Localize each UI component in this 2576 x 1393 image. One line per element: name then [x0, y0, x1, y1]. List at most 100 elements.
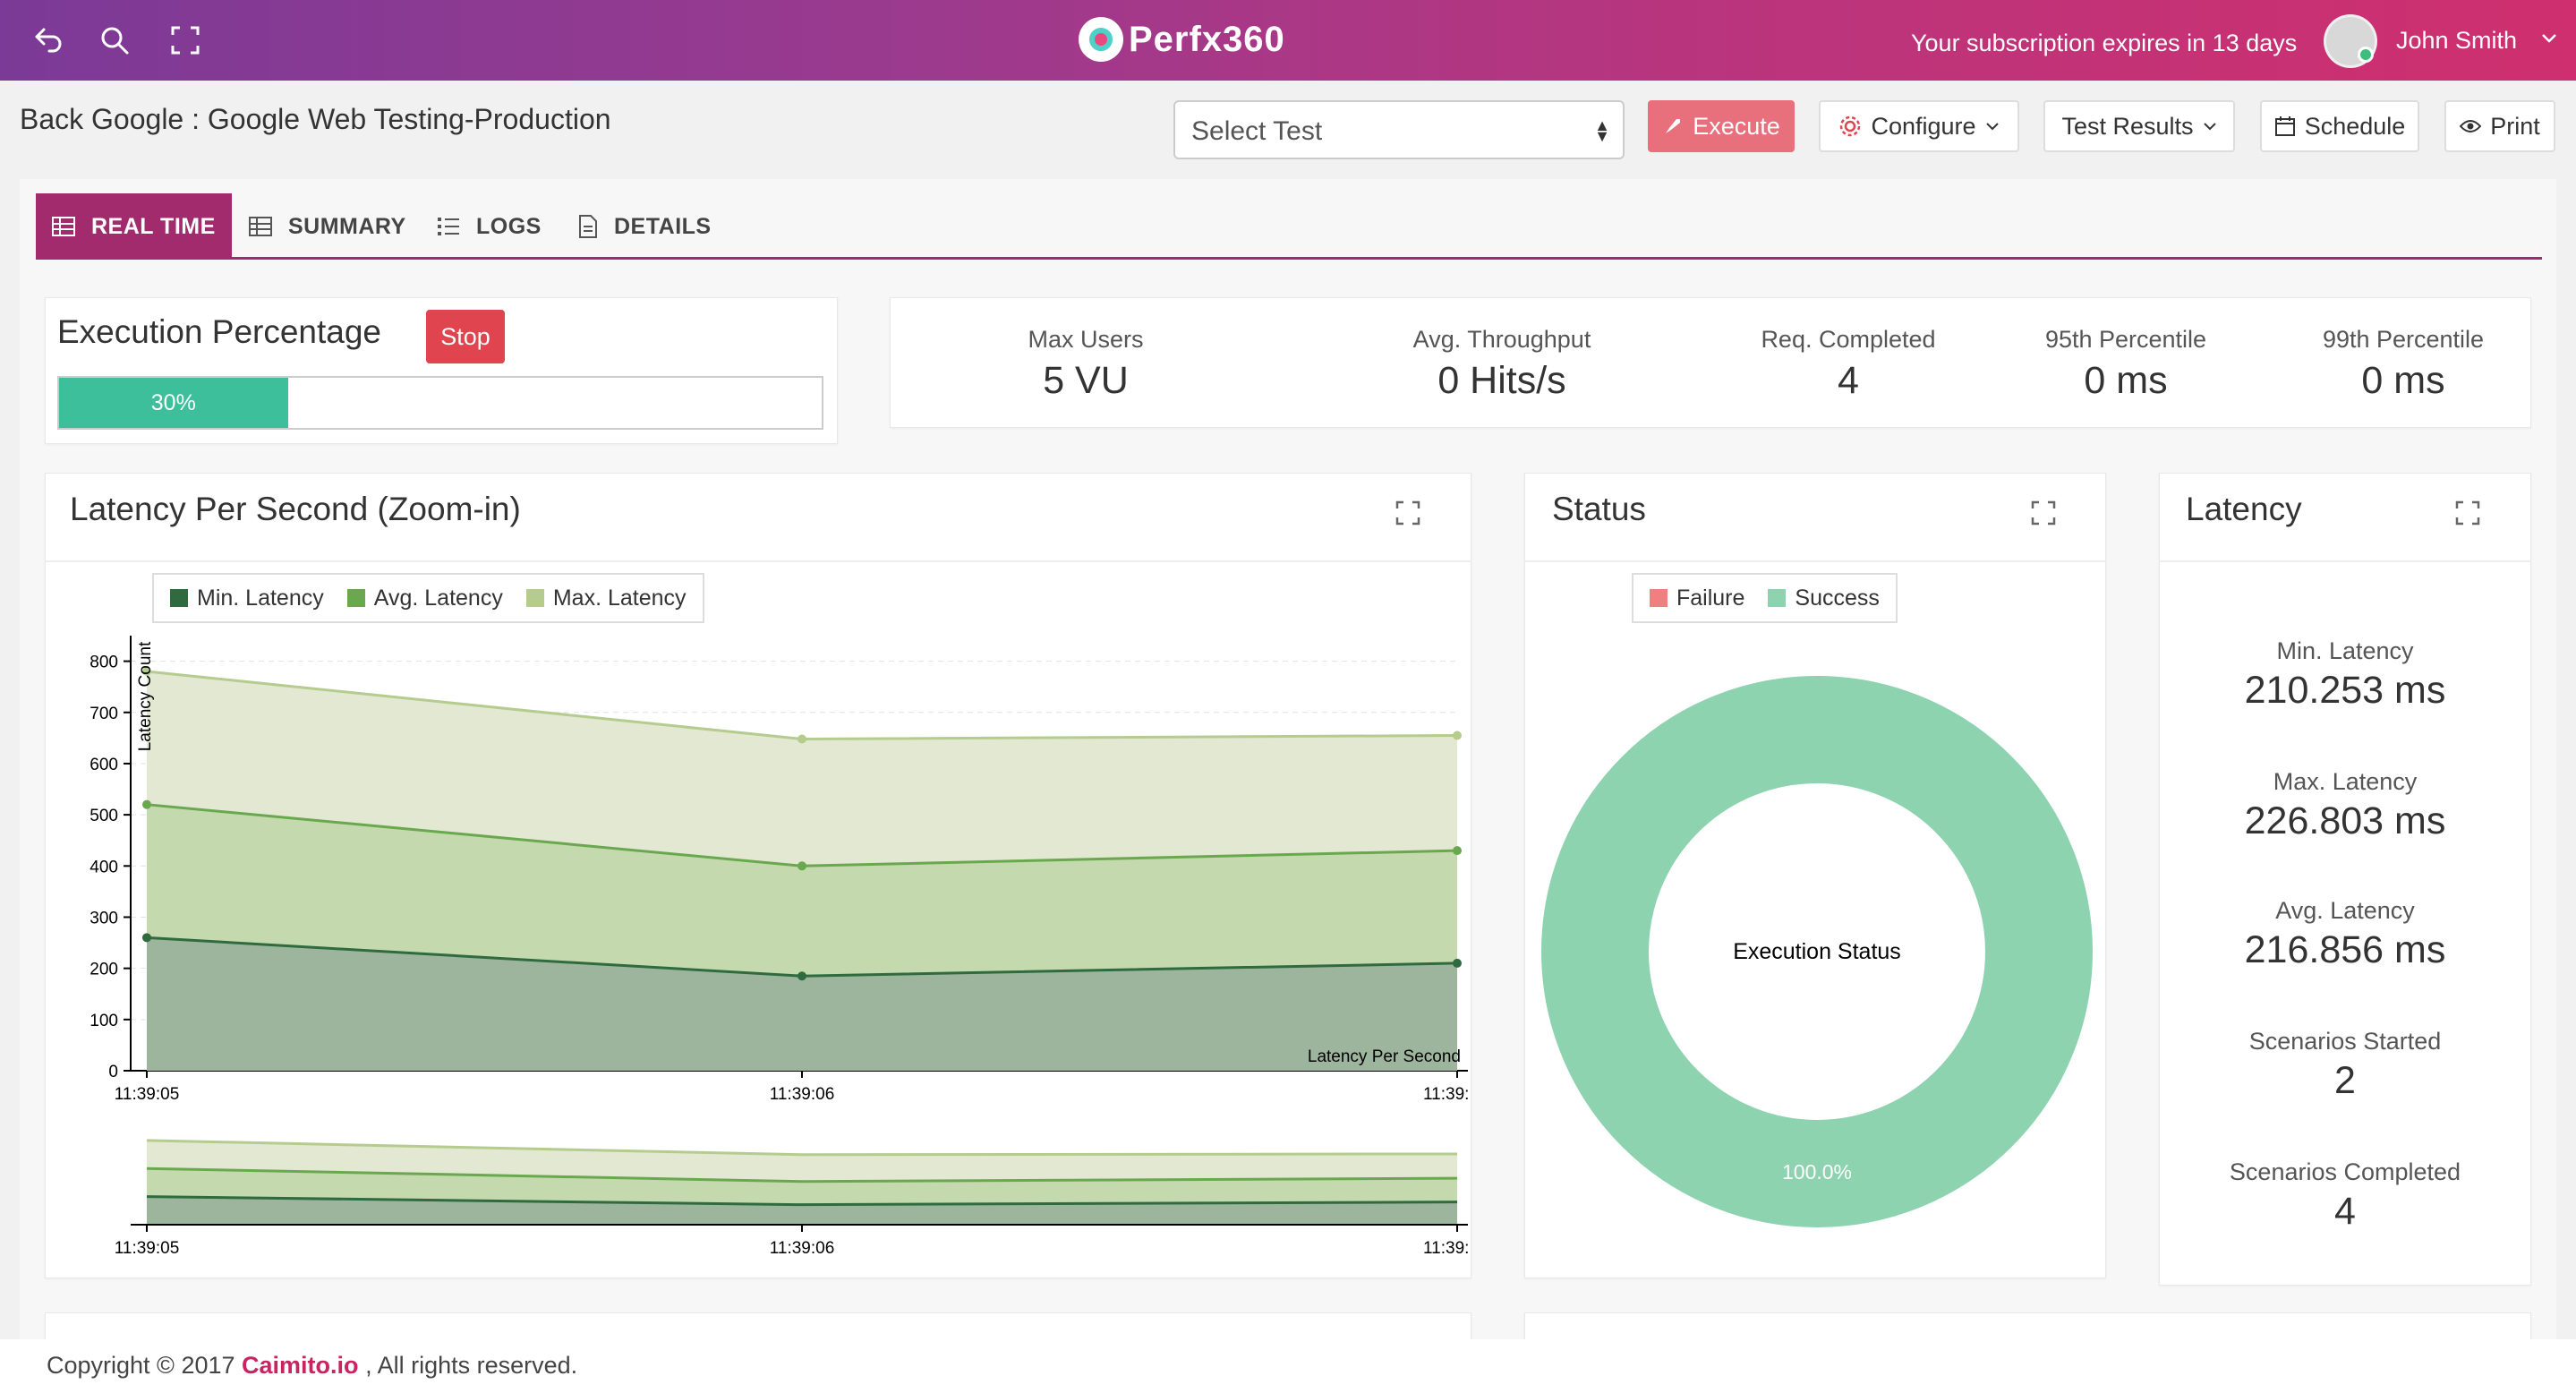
latency-title: Latency	[2186, 491, 2302, 527]
data-point	[142, 933, 151, 943]
x-tick-label: 11:39:05	[115, 1085, 180, 1104]
footer-rights: , All rights reserved.	[365, 1352, 578, 1379]
stat-value: 0 ms	[2361, 359, 2445, 402]
latency-stat-value: 216.856 ms	[2244, 928, 2446, 971]
y-tick-label: 200	[90, 961, 118, 979]
stat-value: 0 ms	[2084, 359, 2168, 402]
configure-button[interactable]: Configure	[1819, 100, 2019, 152]
stat-max-users: Max Users 5 VU	[996, 326, 1175, 403]
latency-stat-label: Max. Latency	[2273, 768, 2418, 795]
footer: Copyright © 2017 Caimito.io , All rights…	[0, 1339, 2576, 1393]
rocket-icon	[1666, 119, 1681, 133]
fullscreen-icon[interactable]	[163, 18, 208, 63]
stat-value: 0 Hits/s	[1437, 359, 1566, 402]
latency-stat-value: 226.803 ms	[2244, 799, 2446, 842]
overview-x-tick-label: 11:39:	[1423, 1239, 1469, 1258]
tab-real-time-label: REAL TIME	[91, 213, 216, 239]
y-tick-label: 300	[90, 909, 118, 927]
schedule-label: Schedule	[2304, 112, 2406, 140]
overview-x-tick-label: 11:39:05	[115, 1239, 180, 1258]
select-arrows-icon: ▲ ▼	[1594, 116, 1610, 145]
y-tick-label: 700	[90, 705, 118, 723]
stat-value: 4	[1838, 359, 1859, 402]
schedule-button[interactable]: Schedule	[2260, 100, 2419, 152]
progress-fill: 30%	[59, 378, 288, 428]
y-tick-label: 500	[90, 807, 118, 825]
eye-icon	[2460, 120, 2482, 132]
expand-icon[interactable]	[2454, 500, 2481, 526]
online-status-icon	[2358, 47, 2374, 63]
stat-99th-percentile: 99th Percentile 0 ms	[2296, 326, 2511, 403]
y-tick-label: 600	[90, 756, 118, 774]
footer-copyright: Copyright © 2017	[47, 1352, 235, 1379]
latency-legend: Min. Latency Avg. Latency Max. Latency	[152, 573, 704, 623]
test-results-label: Test Results	[2061, 112, 2194, 140]
page-title: Back Google : Google Web Testing-Product…	[20, 103, 611, 135]
user-name[interactable]: John Smith	[2396, 27, 2517, 55]
execute-label: Execute	[1693, 112, 1780, 140]
stat-label: Max Users	[1028, 326, 1144, 353]
legend-item-failure[interactable]: Failure	[1650, 585, 1744, 611]
data-point	[1453, 846, 1462, 856]
legend-item-max[interactable]: Max. Latency	[525, 585, 687, 611]
stat-label: 95th Percentile	[2044, 326, 2207, 353]
data-point	[798, 861, 806, 871]
top-bar: Perfx360 Your subscription expires in 13…	[0, 0, 2576, 81]
tab-summary-label: SUMMARY	[288, 213, 406, 239]
card-divider	[2159, 560, 2531, 562]
brand-logo[interactable]: Perfx360	[1079, 13, 1285, 66]
brand-name: Perfx360	[1129, 19, 1285, 59]
search-icon[interactable]	[92, 18, 137, 63]
status-donut-chart[interactable]: Execution Status 100.0%	[1524, 662, 2106, 1244]
execution-title: Execution Percentage	[57, 313, 382, 350]
select-test-dropdown[interactable]: Select Test ▲ ▼	[1173, 100, 1625, 159]
data-point	[798, 971, 806, 981]
latency-min: Min. Latency 210.253 ms	[2159, 637, 2531, 713]
x-axis-title: Latency Per Second	[1308, 1047, 1461, 1066]
tab-real-time[interactable]: REAL TIME	[36, 193, 232, 260]
latency-stat-label: Scenarios Started	[2248, 1028, 2442, 1055]
latency-chart-title: Latency Per Second (Zoom-in)	[70, 491, 521, 527]
latency-stat-value: 210.253 ms	[2244, 669, 2446, 712]
stat-label: 99th Percentile	[2322, 326, 2485, 353]
data-point	[798, 734, 806, 744]
status-title: Status	[1552, 491, 1646, 527]
stop-button[interactable]: Stop	[426, 310, 505, 363]
legend-item-success[interactable]: Success	[1768, 585, 1880, 611]
donut-center-label: Execution Status	[1733, 939, 1901, 964]
tab-logs-label: LOGS	[476, 213, 542, 239]
execute-button[interactable]: Execute	[1648, 100, 1795, 152]
latency-max: Max. Latency 226.803 ms	[2159, 768, 2531, 843]
tab-logs[interactable]: LOGS	[421, 193, 558, 260]
y-tick-label: 800	[90, 654, 118, 672]
expand-icon[interactable]	[1395, 500, 1421, 526]
progress-label: 30%	[150, 389, 196, 415]
latency-area-chart[interactable]: 0 100 200 300 400 500 600 700 800 11:39:05 11:39:0…	[45, 627, 1471, 1271]
execution-progress-bar: 30%	[57, 376, 823, 430]
legend-item-avg[interactable]: Avg. Latency	[346, 585, 503, 611]
data-point	[1453, 731, 1462, 740]
back-arrow-icon[interactable]	[25, 18, 70, 63]
select-test-value: Select Test	[1191, 116, 1323, 146]
test-results-button[interactable]: Test Results	[2043, 100, 2235, 152]
scenarios-started: Scenarios Started 2	[2159, 1028, 2531, 1103]
subscription-notice: Your subscription expires in 13 days	[1911, 30, 2298, 56]
document-icon	[579, 215, 597, 238]
y-tick-label: 400	[90, 858, 118, 876]
stat-95th-percentile: 95th Percentile 0 ms	[2018, 326, 2233, 403]
print-label: Print	[2490, 112, 2540, 140]
stat-label: Avg. Throughput	[1412, 326, 1591, 353]
tab-details[interactable]: DETAILS	[562, 193, 728, 260]
tab-summary[interactable]: SUMMARY	[233, 193, 422, 260]
latency-stat-value: 2	[2334, 1059, 2356, 1102]
legend-item-min[interactable]: Min. Latency	[170, 585, 324, 611]
expand-icon[interactable]	[2030, 500, 2057, 526]
gear-icon	[1840, 115, 1861, 137]
print-button[interactable]: Print	[2444, 100, 2555, 152]
chevron-down-icon[interactable]	[2540, 32, 2558, 45]
chevron-down-icon	[1985, 123, 1999, 131]
overview-x-tick-label: 11:39:06	[770, 1239, 835, 1258]
footer-brand-link[interactable]: Caimito.io	[242, 1352, 359, 1379]
data-point	[142, 799, 151, 809]
stop-label: Stop	[440, 322, 490, 350]
